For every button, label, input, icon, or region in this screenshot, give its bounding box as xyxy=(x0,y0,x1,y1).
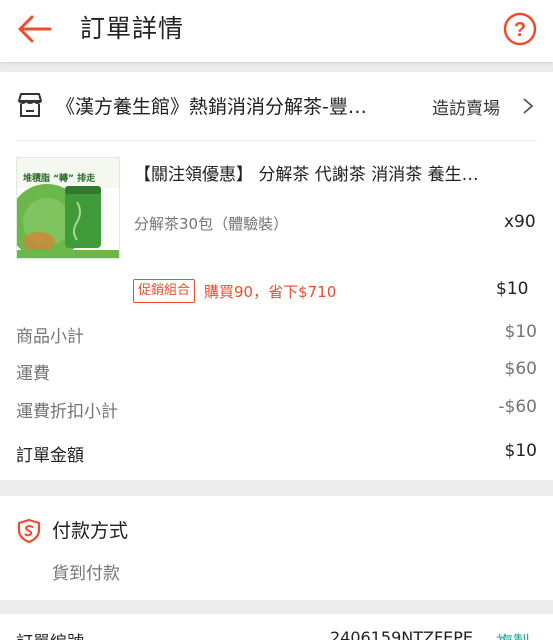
back-arrow-icon[interactable] xyxy=(14,12,54,46)
product-variant: 分解茶30包（體驗裝） xyxy=(134,215,289,233)
product-name[interactable]: 【關注領優惠】 分解茶 代謝茶 消消茶 養生… xyxy=(134,160,534,185)
shop-row[interactable]: 《漢方養生館》熱銷消消分解茶-豐… 造訪賣場 xyxy=(0,72,553,140)
order-card: 《漢方養生館》熱銷消消分解茶-豐… 造訪賣場 堆積脂 “轉” 排走 【關注領優惠… xyxy=(0,72,553,480)
subtotal-label: 商品小計 xyxy=(16,327,84,347)
page-title: 訂單詳情 xyxy=(80,14,185,43)
shipping-row: 運費 $60 xyxy=(16,359,537,389)
product-thumbnail[interactable]: 堆積脂 “轉” 排走 xyxy=(16,157,120,259)
svg-text:?: ? xyxy=(514,19,526,41)
visit-shop-button[interactable]: 造訪賣場 xyxy=(432,94,500,119)
subtotal-row: 商品小計 $10 xyxy=(16,322,537,352)
shipping-value: $60 xyxy=(504,359,537,379)
promo-tag: 促銷組合 xyxy=(133,279,196,303)
shipping-discount-value: -$60 xyxy=(498,397,537,417)
divider xyxy=(16,140,537,141)
shop-name: 《漢方養生館》熱銷消消分解茶-豐… xyxy=(56,96,367,118)
shipping-label: 運費 xyxy=(16,364,50,384)
thumbnail-caption: 堆積脂 “轉” 排走 xyxy=(23,172,95,184)
shipping-discount-row: 運費折扣小計 -$60 xyxy=(16,397,537,427)
product-quantity: x90 xyxy=(504,212,536,232)
app-header: 訂單詳情 ? xyxy=(0,0,553,62)
payment-title: 付款方式 xyxy=(52,520,129,542)
payment-card: 付款方式 貨到付款 xyxy=(0,496,553,600)
copy-button[interactable]: 複製 xyxy=(496,628,530,640)
shield-icon xyxy=(17,518,41,544)
chevron-right-icon xyxy=(523,98,534,114)
order-total-value: $10 xyxy=(504,441,537,461)
order-number-card: 訂單編號 2406159NTZFEPE 複製 xyxy=(0,614,553,640)
promo-text: 購買90，省下$710 xyxy=(204,283,337,301)
shipping-discount-label: 運費折扣小計 xyxy=(16,402,118,422)
help-icon[interactable]: ? xyxy=(502,11,538,47)
order-total-row: 訂單金額 $10 xyxy=(16,441,537,471)
order-number-label: 訂單編號 xyxy=(16,628,84,640)
order-number: 2406159NTZFEPE xyxy=(330,628,474,640)
subtotal-value: $10 xyxy=(504,322,537,342)
payment-method: 貨到付款 xyxy=(52,564,120,584)
product-price: $10 xyxy=(496,279,529,299)
order-total-label: 訂單金額 xyxy=(16,446,84,466)
shop-icon xyxy=(18,93,42,117)
